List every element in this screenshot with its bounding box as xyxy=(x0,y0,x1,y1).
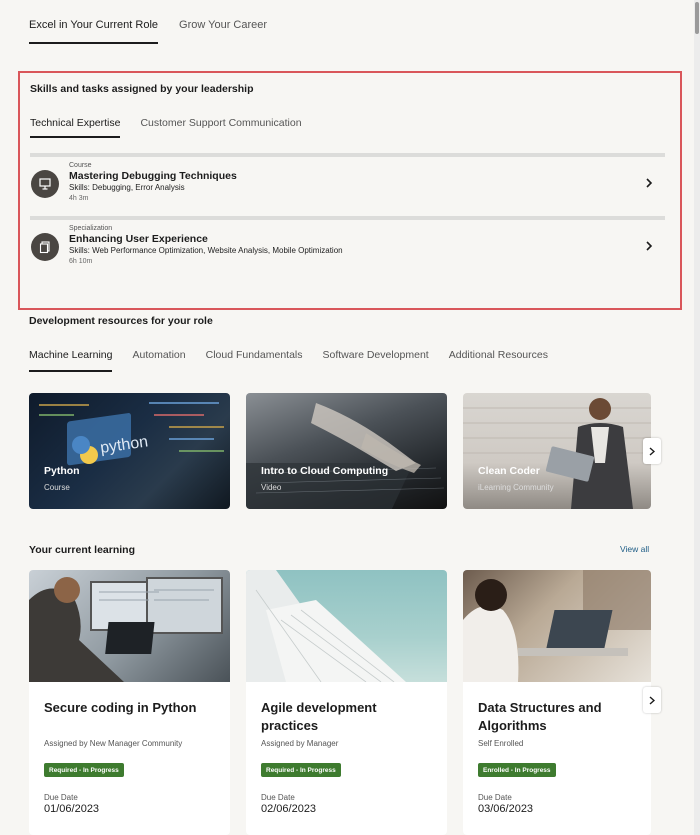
leadership-assignments-panel: Skills and tasks assigned by your leader… xyxy=(18,71,682,310)
assigned-by: Self Enrolled xyxy=(478,739,524,748)
resource-type: Course xyxy=(44,483,70,492)
learning-title: Data Structures and Algorithms xyxy=(478,700,602,733)
document-stack-icon xyxy=(31,233,59,261)
status-badge: Required - In Progress xyxy=(44,763,124,777)
due-date-label: Due Date xyxy=(261,793,295,802)
item-skills: Skills: Debugging, Error Analysis xyxy=(69,183,185,192)
resource-card[interactable]: Clean Coder iLearning Community xyxy=(463,393,651,509)
chevron-right-icon[interactable] xyxy=(642,176,656,190)
learning-card[interactable]: Secure coding in Python Assigned by New … xyxy=(29,570,230,835)
due-date-label: Due Date xyxy=(44,793,78,802)
resource-title: Intro to Cloud Computing xyxy=(261,465,389,477)
status-badge: Enrolled - In Progress xyxy=(478,763,556,777)
resource-title: Clean Coder xyxy=(478,465,540,477)
current-learning-title: Your current learning xyxy=(29,544,135,556)
item-kind: Course xyxy=(69,162,92,169)
view-all-link[interactable]: View all xyxy=(620,544,649,554)
leadership-section-title: Skills and tasks assigned by your leader… xyxy=(30,83,254,95)
learning-card[interactable]: Agile development practices Assigned by … xyxy=(246,570,447,835)
development-tabs: Machine Learning Automation Cloud Fundam… xyxy=(29,349,548,372)
item-skills: Skills: Web Performance Optimization, We… xyxy=(69,246,343,255)
tab-excel-current-role[interactable]: Excel in Your Current Role xyxy=(29,19,159,44)
assigned-by: Assigned by Manager xyxy=(261,739,339,748)
carousel-next-button[interactable] xyxy=(643,438,661,464)
development-section-title: Development resources for your role xyxy=(29,315,213,327)
assignment-row[interactable]: Course Mastering Debugging Techniques Sk… xyxy=(30,153,665,211)
tab-customer-support-communication[interactable]: Customer Support Communication xyxy=(140,117,301,138)
resource-card[interactable]: python Python Course xyxy=(29,393,230,509)
resource-type: iLearning Community xyxy=(478,483,554,492)
tab-grow-career[interactable]: Grow Your Career xyxy=(179,19,267,44)
chevron-right-icon xyxy=(649,695,655,705)
woman-with-laptop-image xyxy=(463,570,651,682)
carousel-next-button[interactable] xyxy=(643,687,661,713)
architecture-image xyxy=(246,570,447,683)
item-duration: 4h 3m xyxy=(69,195,89,202)
developer-at-monitors-image xyxy=(29,570,230,682)
tab-additional-resources[interactable]: Additional Resources xyxy=(449,349,548,372)
learning-card[interactable]: Data Structures and Algorithms Self Enro… xyxy=(463,570,651,835)
resource-title: Python xyxy=(44,465,80,477)
due-date-value: 03/06/2023 xyxy=(478,803,534,815)
item-title: Mastering Debugging Techniques xyxy=(69,170,237,182)
due-date-value: 01/06/2023 xyxy=(44,803,100,815)
due-date-value: 02/06/2023 xyxy=(261,803,317,815)
tab-machine-learning[interactable]: Machine Learning xyxy=(29,349,113,372)
scrollbar-thumb[interactable] xyxy=(695,2,699,34)
due-date-label: Due Date xyxy=(478,793,512,802)
learning-title: Agile development practices xyxy=(261,700,377,733)
item-duration: 6h 10m xyxy=(69,258,93,265)
chevron-right-icon[interactable] xyxy=(642,239,656,253)
top-tabs: Excel in Your Current Role Grow Your Car… xyxy=(29,19,267,44)
tab-automation[interactable]: Automation xyxy=(132,349,185,372)
learning-title: Secure coding in Python xyxy=(44,700,197,715)
resource-card[interactable]: Intro to Cloud Computing Video xyxy=(246,393,447,509)
chevron-right-icon xyxy=(649,446,655,456)
assigned-by: Assigned by New Manager Community xyxy=(44,739,183,748)
tab-software-development[interactable]: Software Development xyxy=(323,349,429,372)
tab-cloud-fundamentals[interactable]: Cloud Fundamentals xyxy=(206,349,303,372)
status-badge: Required - In Progress xyxy=(261,763,341,777)
leadership-tabs: Technical Expertise Customer Support Com… xyxy=(30,117,302,138)
resource-type: Video xyxy=(261,483,282,492)
item-title: Enhancing User Experience xyxy=(69,233,208,245)
assignment-row[interactable]: Specialization Enhancing User Experience… xyxy=(30,216,665,274)
page-scrollbar[interactable] xyxy=(694,0,700,835)
item-kind: Specialization xyxy=(69,225,113,232)
tab-technical-expertise[interactable]: Technical Expertise xyxy=(30,117,121,138)
presentation-icon xyxy=(31,170,59,198)
